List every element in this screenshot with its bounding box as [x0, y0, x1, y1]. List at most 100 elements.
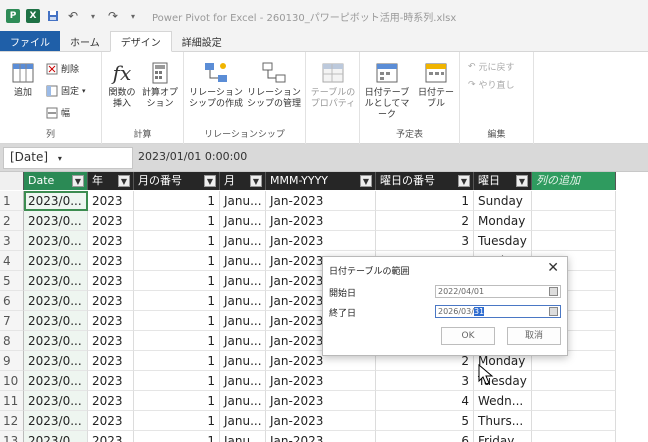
cell-weekday[interactable]: Friday [474, 431, 532, 442]
cell-year[interactable]: 2023 [88, 351, 134, 371]
cell-weekday-number[interactable]: 3 [376, 231, 474, 251]
cell-year[interactable]: 2023 [88, 331, 134, 351]
cell-date[interactable]: 2023/0... [24, 311, 88, 331]
cell-mmm-yyyy[interactable]: Jan-2023 [266, 231, 376, 251]
cell-year[interactable]: 2023 [88, 371, 134, 391]
cell-year[interactable]: 2023 [88, 311, 134, 331]
cell-weekday[interactable]: Thurs... [474, 411, 532, 431]
cell-month-number[interactable]: 1 [134, 211, 220, 231]
ribbon-undo-button[interactable]: ↶ 元に戻す [468, 60, 515, 74]
row-header[interactable]: 5 [0, 271, 24, 291]
cell-date[interactable]: 2023/0... [24, 231, 88, 251]
freeze-column-button[interactable]: 固定 ▾ [46, 84, 86, 97]
cell-date[interactable]: 2023/0... [24, 431, 88, 442]
create-relationship-button[interactable]: リレーションシップの作成 [188, 60, 244, 110]
cell-weekday-number[interactable]: 6 [376, 431, 474, 442]
header-date[interactable]: Date ▼ [24, 172, 88, 190]
header-month-number[interactable]: 月の番号 ▼ [134, 172, 220, 190]
cell-year[interactable]: 2023 [88, 391, 134, 411]
cell-year[interactable]: 2023 [88, 271, 134, 291]
row-header[interactable]: 8 [0, 331, 24, 351]
cell-month-number[interactable]: 1 [134, 351, 220, 371]
cell-add-column[interactable] [532, 391, 616, 411]
cell-date[interactable]: 2023/0... [24, 371, 88, 391]
cell-mmm-yyyy[interactable]: Jan-2023 [266, 371, 376, 391]
name-box[interactable]: [Date] ▾ [3, 147, 133, 169]
cell-month-number[interactable]: 1 [134, 191, 220, 211]
cell-date[interactable]: 2023/0... [24, 351, 88, 371]
add-column-button[interactable]: 追加 [8, 60, 38, 99]
cell-weekday-number[interactable]: 4 [376, 391, 474, 411]
cell-date[interactable]: 2023/0... [24, 411, 88, 431]
cell-mmm-yyyy[interactable]: Jan-2023 [266, 211, 376, 231]
cell-mmm-yyyy[interactable]: Jan-2023 [266, 411, 376, 431]
header-weekday[interactable]: 曜日 ▼ [474, 172, 532, 190]
cell-month[interactable]: Janu... [220, 211, 266, 231]
row-header[interactable]: 7 [0, 311, 24, 331]
cell-month[interactable]: Janu... [220, 251, 266, 271]
tab-home[interactable]: ホーム [60, 31, 110, 51]
cell-month[interactable]: Janu... [220, 411, 266, 431]
filter-dropdown-icon[interactable]: ▼ [204, 175, 216, 187]
cell-date[interactable]: 2023/0... [24, 271, 88, 291]
row-header[interactable]: 12 [0, 411, 24, 431]
cell-year[interactable]: 2023 [88, 231, 134, 251]
cell-month-number[interactable]: 1 [134, 251, 220, 271]
calculation-options-button[interactable]: 計算オプション [140, 60, 180, 110]
cell-month-number[interactable]: 1 [134, 391, 220, 411]
cell-weekday-number[interactable]: 3 [376, 371, 474, 391]
cancel-button[interactable]: 取消 [507, 327, 561, 345]
row-header[interactable]: 11 [0, 391, 24, 411]
cell-add-column[interactable] [532, 411, 616, 431]
cell-month-number[interactable]: 1 [134, 311, 220, 331]
table-properties-button[interactable]: テーブルのプロパティ [310, 60, 356, 110]
row-header[interactable]: 1 [0, 191, 24, 211]
tab-design[interactable]: デザイン [109, 31, 172, 52]
calendar-icon[interactable] [549, 287, 558, 296]
close-icon[interactable]: ✕ [547, 260, 559, 276]
cell-date[interactable]: 2023/0... [24, 391, 88, 411]
cell-month[interactable]: Janu... [220, 311, 266, 331]
end-date-input[interactable]: 2026/03/31 [435, 305, 561, 318]
filter-dropdown-icon[interactable]: ▼ [458, 175, 470, 187]
cell-weekday[interactable]: Wedn... [474, 391, 532, 411]
cell-year[interactable]: 2023 [88, 431, 134, 442]
cell-month-number[interactable]: 1 [134, 271, 220, 291]
cell-month-number[interactable]: 1 [134, 291, 220, 311]
delete-column-button[interactable]: 削除 [46, 62, 79, 75]
filter-dropdown-icon[interactable]: ▼ [250, 175, 262, 187]
row-header[interactable]: 3 [0, 231, 24, 251]
cell-month-number[interactable]: 1 [134, 411, 220, 431]
cell-weekday[interactable]: Sunday [474, 191, 532, 211]
cell-mmm-yyyy[interactable]: Jan-2023 [266, 391, 376, 411]
cell-mmm-yyyy[interactable]: Jan-2023 [266, 191, 376, 211]
header-add-column[interactable]: 列の追加 [532, 172, 616, 190]
cell-month[interactable]: Janu... [220, 291, 266, 311]
cell-weekday-number[interactable]: 2 [376, 211, 474, 231]
cell-year[interactable]: 2023 [88, 411, 134, 431]
date-table-button[interactable]: 日付テーブル [414, 60, 458, 110]
cell-add-column[interactable] [532, 431, 616, 442]
row-header[interactable]: 10 [0, 371, 24, 391]
undo-icon[interactable]: ↶ [66, 9, 80, 23]
cell-weekday-number[interactable]: 5 [376, 411, 474, 431]
cell-month[interactable]: Janu... [220, 391, 266, 411]
cell-date[interactable]: 2023/0... [24, 191, 88, 211]
row-header[interactable]: 2 [0, 211, 24, 231]
header-mmm-yyyy[interactable]: MMM-YYYY ▼ [266, 172, 376, 190]
excel-icon[interactable]: X [26, 9, 40, 23]
filter-dropdown-icon[interactable]: ▼ [516, 175, 528, 187]
ok-button[interactable]: OK [441, 327, 495, 345]
tab-advanced[interactable]: 詳細設定 [172, 31, 232, 51]
cell-month-number[interactable]: 1 [134, 371, 220, 391]
cell-year[interactable]: 2023 [88, 211, 134, 231]
cell-month[interactable]: Janu... [220, 191, 266, 211]
filter-dropdown-icon[interactable]: ▼ [118, 175, 130, 187]
row-header[interactable]: 6 [0, 291, 24, 311]
cell-month-number[interactable]: 1 [134, 331, 220, 351]
mark-as-date-table-button[interactable]: 日付テーブルとしてマーク [362, 60, 412, 121]
undo-dropdown-icon[interactable]: ▾ [86, 9, 100, 23]
cell-year[interactable]: 2023 [88, 191, 134, 211]
cell-weekday[interactable]: Monday [474, 211, 532, 231]
formula-value[interactable]: 2023/01/01 0:00:00 [138, 150, 247, 163]
